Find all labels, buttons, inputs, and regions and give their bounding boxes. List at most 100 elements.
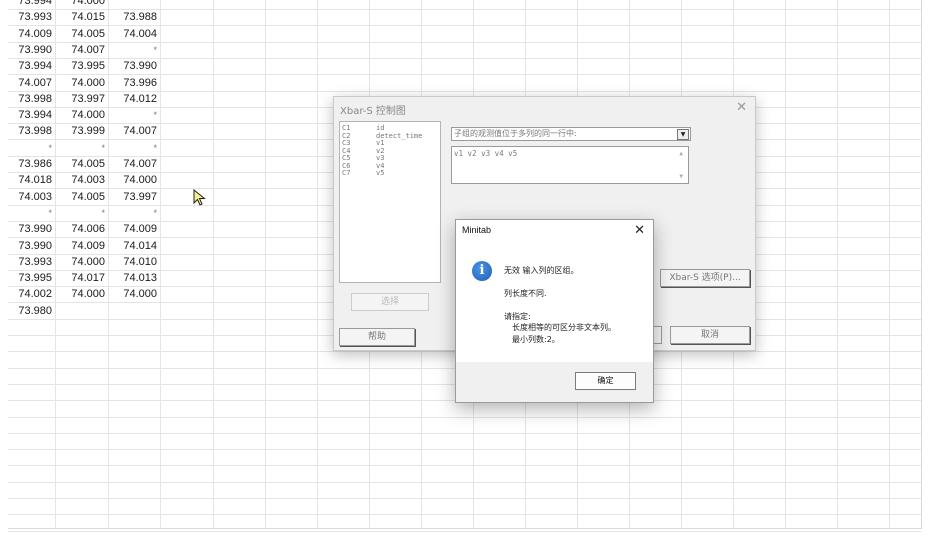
table-row	[8, 449, 921, 467]
table-cell[interactable]: 74.000	[55, 75, 108, 91]
table-cell[interactable]: 74.009	[55, 238, 108, 254]
table-cell[interactable]: *	[55, 140, 108, 156]
help-button[interactable]: 帮助	[339, 328, 415, 346]
ok-button[interactable]: 确定	[575, 372, 636, 390]
table-cell[interactable]: 74.002	[8, 286, 55, 302]
table-row	[8, 417, 921, 434]
xbar-dialog-title: Xbar-S 控制图	[340, 106, 406, 117]
instruction-line: 长度相等的可区分非文本列。	[512, 323, 616, 332]
table-cell[interactable]: 74.005	[55, 156, 108, 172]
dialog-title: Minitab	[462, 225, 492, 235]
table-cell[interactable]	[108, 303, 160, 319]
close-icon[interactable]: ✕	[736, 99, 747, 115]
table-cell[interactable]: 74.007	[8, 75, 55, 91]
variable-name[interactable]: v5	[376, 169, 384, 177]
table-cell[interactable]: 74.012	[108, 91, 160, 107]
table-row: 73.990 74.007 *	[8, 42, 921, 59]
columns-input[interactable]: v1 v2 v3 v4 v5 ▲ ▼	[451, 146, 689, 184]
scroll-up-icon[interactable]: ▲	[679, 150, 683, 157]
table-cell[interactable]: 74.018	[8, 172, 55, 188]
table-cell[interactable]: 73.990	[8, 42, 55, 58]
table-cell[interactable]: *	[108, 107, 160, 123]
table-cell[interactable]: 73.993	[8, 9, 55, 25]
table-row: 74.007 74.000 73.996	[8, 75, 921, 92]
table-cell[interactable]: 74.017	[55, 270, 108, 286]
table-cell[interactable]: 73.994	[8, 58, 55, 74]
table-cell[interactable]: 74.010	[108, 254, 160, 270]
close-icon[interactable]: ✕	[634, 222, 645, 238]
table-cell[interactable]: 73.988	[108, 9, 160, 25]
table-cell[interactable]: *	[55, 205, 108, 221]
table-cell[interactable]: *	[8, 140, 55, 156]
table-cell[interactable]: 74.000	[108, 286, 160, 302]
table-cell[interactable]: 73.996	[108, 75, 160, 91]
table-cell[interactable]: 73.998	[8, 91, 55, 107]
table-cell[interactable]: 74.000	[108, 172, 160, 188]
table-cell[interactable]: *	[108, 42, 160, 58]
table-row	[8, 482, 921, 499]
table-cell[interactable]: 73.994	[8, 107, 55, 123]
table-cell[interactable]: 74.004	[108, 26, 160, 42]
data-arrangement-value: 子组的观测值位于多列的同一行中:	[454, 129, 577, 138]
table-cell[interactable]: 73.995	[8, 270, 55, 286]
table-row: 74.009 74.005 74.004	[8, 26, 921, 43]
table-row	[8, 466, 921, 483]
table-row	[8, 433, 921, 451]
table-cell[interactable]: 74.015	[55, 9, 108, 25]
table-cell[interactable]: 74.014	[108, 238, 160, 254]
table-row: 73.994 73.995 73.990	[8, 58, 921, 76]
table-cell[interactable]: 73.993	[8, 254, 55, 270]
table-cell[interactable]	[108, 0, 160, 9]
select-button[interactable]: 选择	[351, 293, 429, 311]
instruction-line: 最小列数:2。	[512, 335, 560, 344]
mouse-pointer-icon	[193, 189, 206, 206]
cancel-button[interactable]: 取消	[670, 326, 750, 344]
table-cell[interactable]: 73.994	[8, 0, 55, 9]
table-cell[interactable]: *	[8, 205, 55, 221]
data-arrangement-select[interactable]: 子组的观测值位于多列的同一行中: ▼	[451, 127, 691, 141]
table-cell[interactable]: 73.998	[8, 123, 55, 139]
table-row	[8, 498, 921, 516]
table-cell[interactable]: 74.000	[55, 286, 108, 302]
table-cell[interactable]: 73.990	[8, 238, 55, 254]
table-cell[interactable]: 74.003	[55, 172, 108, 188]
table-row	[8, 401, 921, 418]
table-cell[interactable]: 74.000	[55, 254, 108, 270]
dialog-body: i 无效 输入列的区组。 列长度不同. 请指定: 长度相等的可区分非文本列。 最…	[456, 242, 653, 362]
dialog-titlebar: Minitab ✕	[456, 220, 653, 242]
table-cell[interactable]: 73.986	[8, 156, 55, 172]
table-cell[interactable]: 74.007	[55, 42, 108, 58]
table-cell[interactable]	[55, 303, 108, 319]
table-cell[interactable]: 74.003	[8, 189, 55, 205]
table-cell[interactable]: 74.009	[108, 221, 160, 237]
table-cell[interactable]: *	[108, 140, 160, 156]
table-row	[8, 515, 921, 532]
table-cell[interactable]: 73.999	[55, 123, 108, 139]
error-message: 无效 输入列的区组。	[504, 266, 579, 275]
table-cell[interactable]: 74.005	[55, 26, 108, 42]
instruction-heading: 请指定:	[504, 312, 531, 321]
scroll-down-icon[interactable]: ▼	[679, 173, 683, 180]
table-cell[interactable]: 73.995	[55, 58, 108, 74]
variable-column-id: C7	[342, 169, 351, 177]
table-cell[interactable]: 74.005	[55, 189, 108, 205]
columns-input-value: v1 v2 v3 v4 v5	[454, 149, 518, 158]
chevron-down-icon[interactable]: ▼	[677, 129, 689, 140]
table-cell[interactable]: 73.990	[108, 58, 160, 74]
table-cell[interactable]: 74.007	[108, 123, 160, 139]
table-cell[interactable]: 74.000	[55, 107, 108, 123]
table-cell[interactable]: 73.997	[55, 91, 108, 107]
table-cell[interactable]: 74.007	[108, 156, 160, 172]
table-cell[interactable]: *	[108, 205, 160, 221]
table-cell[interactable]: 73.980	[8, 303, 55, 319]
table-row: 73.993 74.015 73.988	[8, 9, 921, 27]
table-cell[interactable]: 73.990	[8, 221, 55, 237]
variable-list[interactable]: C1 id C2 detect_time C3 v1 C4 v2 C5 v3 C6 v4 C7 v5	[339, 121, 441, 283]
error-detail: 列长度不同.	[504, 289, 547, 298]
table-cell[interactable]: 74.013	[108, 270, 160, 286]
table-cell[interactable]: 74.006	[55, 221, 108, 237]
table-cell[interactable]: 74.000	[55, 0, 108, 9]
table-cell[interactable]: 74.009	[8, 26, 55, 42]
table-cell[interactable]: 73.997	[108, 189, 160, 205]
xbar-s-options-button[interactable]: Xbar-S 选项(P)...	[660, 269, 750, 287]
